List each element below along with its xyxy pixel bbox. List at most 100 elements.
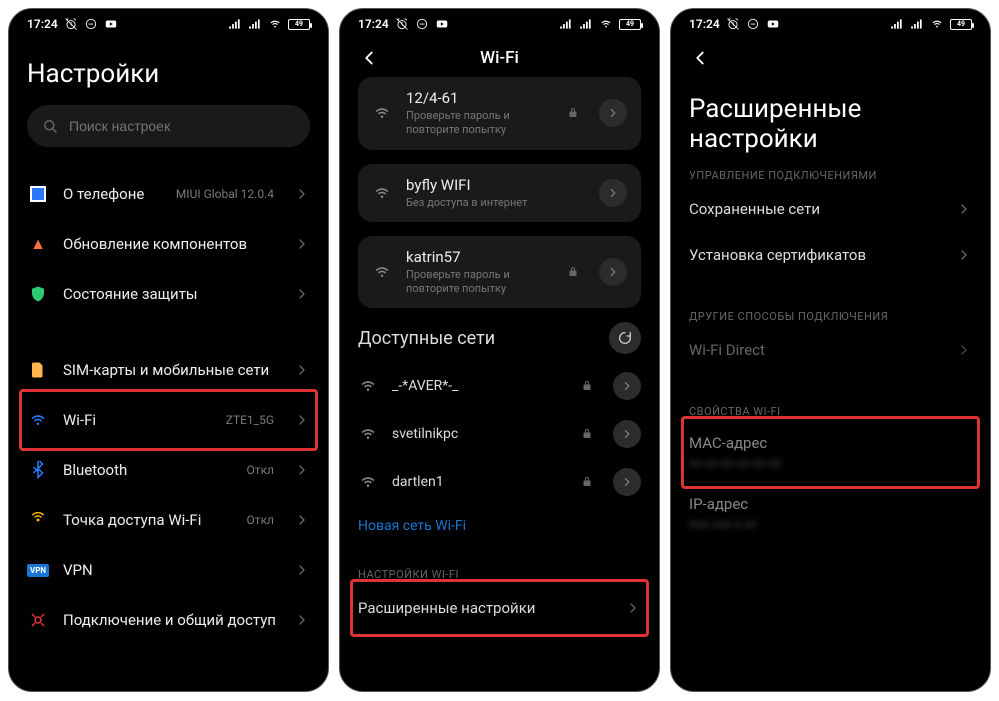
- phone-wifi: 17:24 49 Wi-Fi 12/4-61 Проверьте пароль …: [339, 8, 660, 692]
- saved-network-card[interactable]: 12/4-61 Проверьте пароль и повторите поп…: [358, 77, 641, 150]
- row-value: ZTE1_5G: [226, 413, 274, 427]
- row-wifi-direct[interactable]: Wi-Fi Direct: [689, 327, 972, 373]
- network-name: dartlen1: [392, 474, 567, 490]
- chevron-icon: [294, 462, 310, 478]
- network-detail-button[interactable]: [599, 99, 627, 127]
- status-bar: 17:24 49: [340, 9, 659, 35]
- row-label: Wi-Fi: [63, 411, 212, 429]
- chevron-icon: [294, 512, 310, 528]
- available-network-row[interactable]: svetilnikpc: [358, 410, 641, 458]
- phone-settings: 17:24 49 Настройки О телефоне MIUI Globa…: [8, 8, 329, 692]
- search-icon: [41, 117, 59, 135]
- row-security[interactable]: Состояние защиты: [27, 269, 310, 319]
- lock-icon: [567, 266, 581, 278]
- saved-network-card[interactable]: katrin57 Проверьте пароль и повторите по…: [358, 236, 641, 309]
- wifi-icon: [372, 103, 392, 123]
- alarm-off-icon: [395, 17, 409, 31]
- status-bar: 17:24 49: [671, 9, 990, 35]
- connections-caption: УПРАВЛЕНИЕ ПОДКЛЮЧЕНИЯМИ: [689, 169, 972, 182]
- sim-icon: [27, 359, 49, 381]
- youtube-icon: [435, 17, 449, 31]
- available-networks-label: Доступные сети: [358, 328, 495, 349]
- network-detail-button[interactable]: [613, 468, 641, 496]
- network-detail-button[interactable]: [599, 179, 627, 207]
- add-network-link[interactable]: Новая сеть Wi-Fi: [358, 506, 641, 554]
- refresh-button[interactable]: [609, 322, 641, 354]
- signal-icon: [910, 17, 924, 31]
- chevron-icon: [294, 286, 310, 302]
- network-name: svetilnikpc: [392, 426, 567, 442]
- network-name: byfly WIFI: [406, 176, 585, 194]
- chevron-icon: [956, 342, 972, 358]
- wifi-icon: [358, 376, 378, 396]
- row-advanced-settings[interactable]: Расширенные настройки: [358, 585, 641, 631]
- battery-indicator: 49: [619, 19, 641, 30]
- row-label: Установка сертификатов: [689, 246, 956, 264]
- battery-indicator: 49: [288, 19, 310, 30]
- chevron-icon: [294, 612, 310, 628]
- network-detail-button[interactable]: [613, 420, 641, 448]
- update-icon: ▲: [27, 233, 49, 255]
- network-name: 12/4-61: [406, 89, 553, 107]
- row-label: Wi-Fi Direct: [689, 341, 956, 359]
- alarm-off-icon: [64, 17, 78, 31]
- wifi-icon: [268, 17, 282, 31]
- wifi-icon: [372, 262, 392, 282]
- row-mac-address: MAC-адрес xx:xx:xx:xx:xx:xx: [689, 422, 972, 483]
- wifi-icon: [372, 183, 392, 203]
- lock-icon: [581, 476, 595, 488]
- status-time: 17:24: [358, 17, 389, 31]
- available-network-row[interactable]: _-*AVER*-_: [358, 362, 641, 410]
- row-label: VPN: [63, 561, 280, 579]
- wifi-icon: [27, 409, 49, 431]
- lock-icon: [581, 380, 595, 392]
- network-desc: Проверьте пароль и повторите попытку: [406, 268, 553, 297]
- row-connection-sharing[interactable]: Подключение и общий доступ: [27, 595, 310, 645]
- available-network-row[interactable]: dartlen1: [358, 458, 641, 506]
- saved-network-card[interactable]: byfly WIFI Без доступа в интернет: [358, 164, 641, 222]
- youtube-icon: [104, 17, 118, 31]
- page-title: Wi-Fi: [358, 48, 641, 68]
- row-sim[interactable]: SIM-карты и мобильные сети: [27, 345, 310, 395]
- signal-icon: [559, 17, 573, 31]
- status-time: 17:24: [27, 17, 58, 31]
- alarm-off-icon: [726, 17, 740, 31]
- row-ip-address: IP-адрес xxx.xxx.x.xx: [689, 483, 972, 544]
- lock-icon: [581, 428, 595, 440]
- row-label: О телефоне: [63, 185, 162, 203]
- row-about-phone[interactable]: О телефоне MIUI Global 12.0.4: [27, 169, 310, 219]
- share-icon: [27, 609, 49, 631]
- row-label: Подключение и общий доступ: [63, 611, 280, 629]
- network-detail-button[interactable]: [613, 372, 641, 400]
- row-install-certificates[interactable]: Установка сертификатов: [689, 232, 972, 278]
- row-label: Расширенные настройки: [358, 599, 625, 617]
- row-value: MIUI Global 12.0.4: [176, 187, 274, 201]
- property-value: xxx.xxx.x.xx: [689, 517, 972, 532]
- row-label: Обновление компонентов: [63, 235, 280, 253]
- wifi-icon: [930, 17, 944, 31]
- row-bluetooth[interactable]: Bluetooth Откл: [27, 445, 310, 495]
- chevron-icon: [294, 412, 310, 428]
- search-box[interactable]: [27, 105, 310, 147]
- signal-icon: [228, 17, 242, 31]
- chevron-icon: [294, 236, 310, 252]
- property-label: IP-адрес: [689, 495, 972, 513]
- row-label: Точка доступа Wi-Fi: [63, 511, 233, 529]
- network-desc: Проверьте пароль и повторите попытку: [406, 109, 553, 138]
- chevron-icon: [294, 562, 310, 578]
- row-label: Сохраненные сети: [689, 200, 956, 218]
- row-wifi[interactable]: Wi-Fi ZTE1_5G: [27, 395, 310, 445]
- vpn-icon: VPN: [27, 559, 49, 581]
- network-detail-button[interactable]: [599, 258, 627, 286]
- row-saved-networks[interactable]: Сохраненные сети: [689, 186, 972, 232]
- dnd-icon: [415, 17, 429, 31]
- row-update[interactable]: ▲ Обновление компонентов: [27, 219, 310, 269]
- row-vpn[interactable]: VPN VPN: [27, 545, 310, 595]
- status-bar: 17:24 49: [9, 9, 328, 35]
- search-input[interactable]: [69, 118, 296, 134]
- other-connections-caption: ДРУГИЕ СПОСОБЫ ПОДКЛЮЧЕНИЯ: [689, 310, 972, 323]
- row-hotspot[interactable]: Точка доступа Wi-Fi Откл: [27, 495, 310, 545]
- page-title: Расширенные настройки: [689, 95, 972, 155]
- back-button[interactable]: [689, 47, 711, 69]
- row-label: SIM-карты и мобильные сети: [63, 361, 280, 379]
